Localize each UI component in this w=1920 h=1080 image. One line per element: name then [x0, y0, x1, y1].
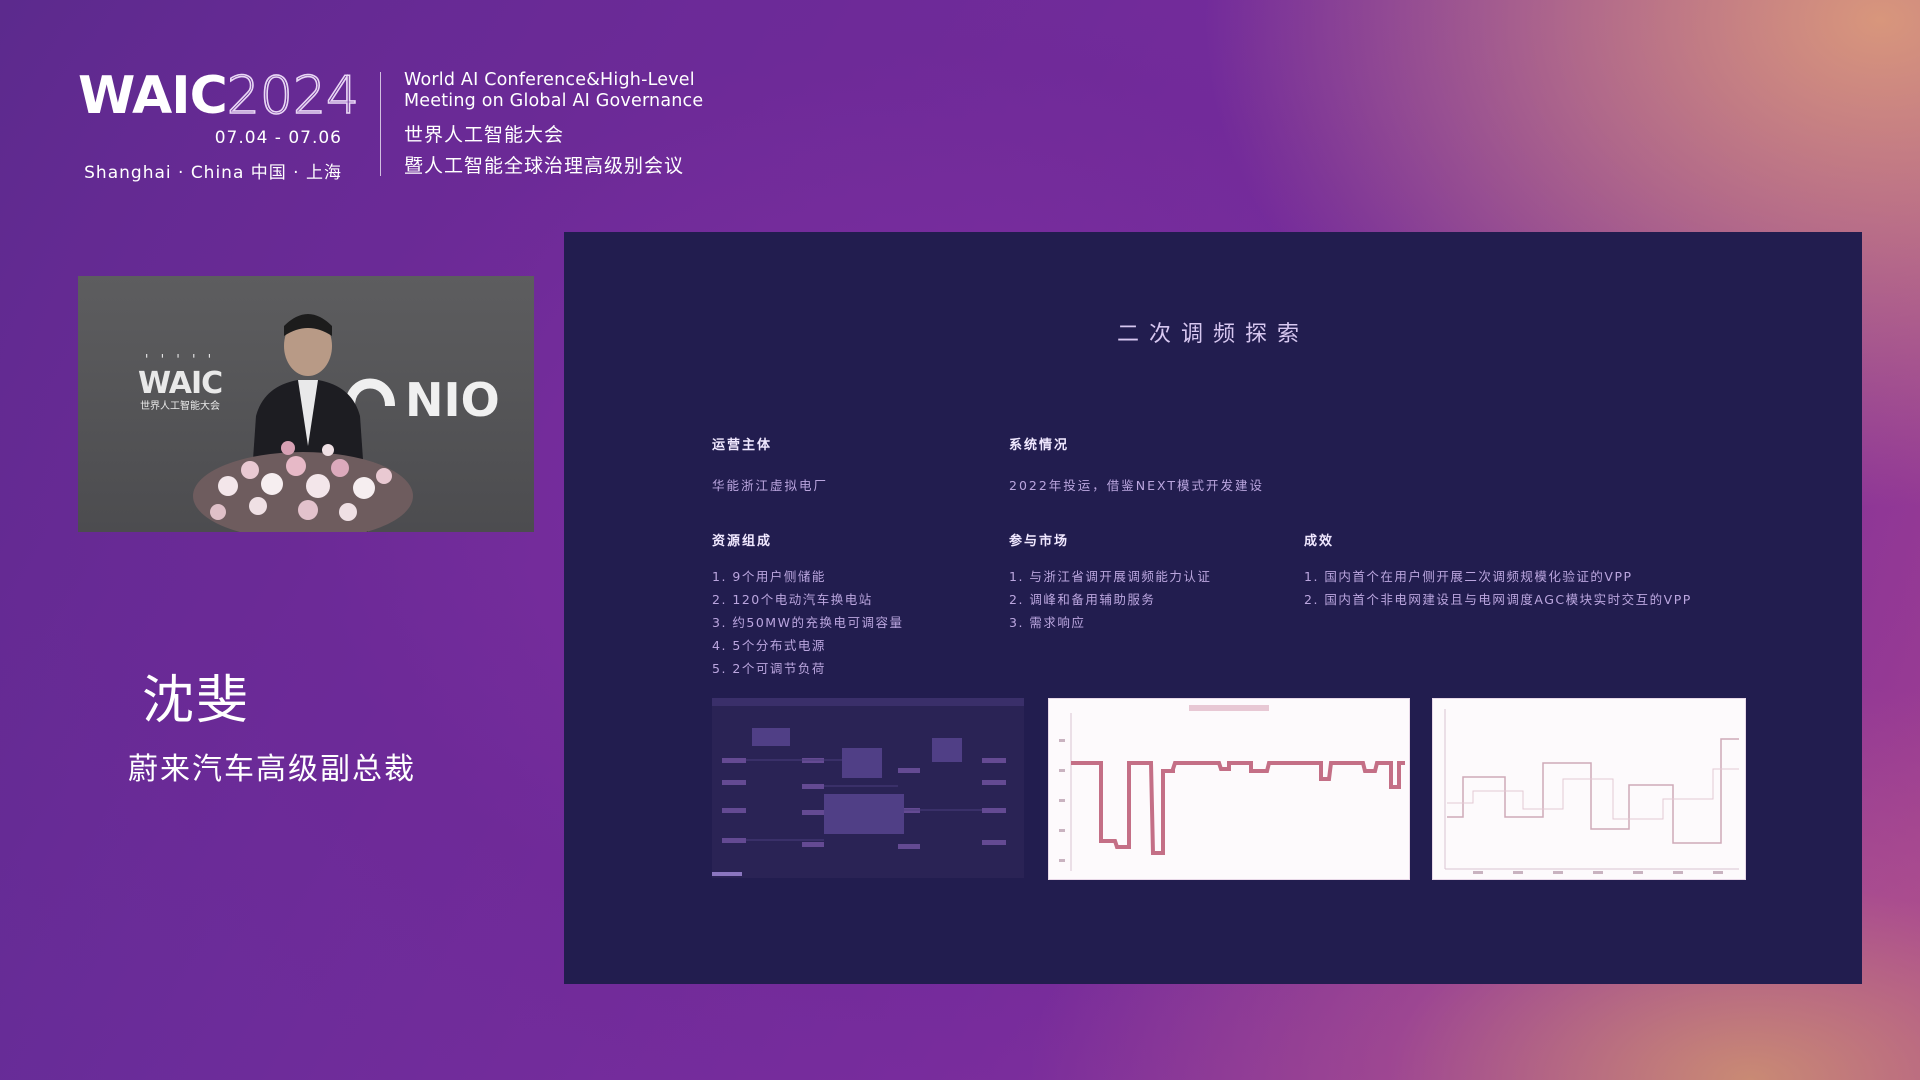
list-item: 4. 5个分布式电源	[712, 638, 826, 653]
title-en-line2: Meeting on Global AI Governance	[404, 91, 704, 111]
section-markets: 参与市场 1. 与浙江省调开展调频能力认证 2. 调峰和备用辅助服务 3. 需求…	[1009, 530, 1211, 634]
event-location: Shanghai · China 中国 · 上海	[84, 163, 342, 183]
speaker-video: ' ' ' ' ' WAIC 世界人工智能大会 NIO	[78, 276, 534, 532]
list-item: 2. 120个电动汽车换电站	[712, 592, 873, 607]
list-item: 1. 与浙江省调开展调频能力认证	[1009, 569, 1212, 584]
title-cn-line1: 世界人工智能大会	[404, 124, 565, 146]
speaker-title: 蔚来汽车高级副总裁	[128, 752, 416, 787]
title-en-line1: World AI Conference&High-Level	[404, 70, 695, 90]
section-results: 成效 1. 国内首个在用户侧开展二次调频规模化验证的VPP 2. 国内首个非电网…	[1304, 530, 1692, 611]
section-heading: 运营主体	[712, 438, 773, 453]
section-operator: 运营主体 华能浙江虚拟电厂	[712, 434, 828, 494]
list-item: 2. 国内首个非电网建设且与电网调度AGC模块实时交互的VPP	[1304, 592, 1692, 607]
section-resources: 资源组成 1. 9个用户侧储能 2. 120个电动汽车换电站 3. 约50MW的…	[712, 530, 903, 680]
list-item: 1. 国内首个在用户侧开展二次调频规模化验证的VPP	[1304, 569, 1633, 584]
section-heading: 成效	[1304, 534, 1335, 549]
section-body: 2022年投运，借鉴NEXT模式开发建设	[1009, 478, 1265, 493]
event-dates: 07.04 - 07.06	[214, 128, 342, 148]
speaker-name: 沈斐	[142, 671, 251, 731]
regulation-line-chart	[1048, 698, 1410, 880]
list-item: 3. 约50MW的充换电可调容量	[712, 615, 904, 630]
list-item: 3. 需求响应	[1009, 615, 1086, 630]
backdrop-waic-logo: ' ' ' ' ' WAIC 世界人工智能大会	[138, 353, 223, 412]
slide-title: 二次调频探索	[1116, 322, 1309, 347]
flower-arrangement	[193, 441, 413, 532]
section-body: 华能浙江虚拟电厂	[712, 478, 829, 493]
list-item: 2. 调峰和备用辅助服务	[1009, 592, 1156, 607]
waic-logo: WAIC2024 07.04 - 07.06 Shanghai · China …	[78, 65, 368, 183]
conference-title: World AI Conference&High-Level Meeting o…	[404, 70, 703, 182]
section-heading: 系统情况	[1009, 438, 1070, 453]
list-item: 1. 9个用户侧储能	[712, 569, 826, 584]
title-cn-line2: 暨人工智能全球治理高级别会议	[404, 155, 685, 177]
logo-year: 2024	[226, 65, 360, 127]
section-heading: 参与市场	[1009, 534, 1070, 549]
section-heading: 资源组成	[712, 534, 773, 549]
list-item: 5. 2个可调节负荷	[712, 661, 826, 676]
presentation-slide: 二次调频探索 运营主体 华能浙江虚拟电厂 系统情况 2022年投运，借鉴NEXT…	[564, 232, 1862, 984]
dashboard-screenshot	[712, 698, 1024, 878]
regulation-step-chart	[1432, 698, 1746, 880]
svg-text:NIO: NIO	[405, 373, 500, 426]
header-divider	[380, 72, 381, 176]
section-system: 系统情况 2022年投运，借鉴NEXT模式开发建设	[1009, 434, 1264, 494]
logo-word: WAIC	[78, 66, 228, 126]
